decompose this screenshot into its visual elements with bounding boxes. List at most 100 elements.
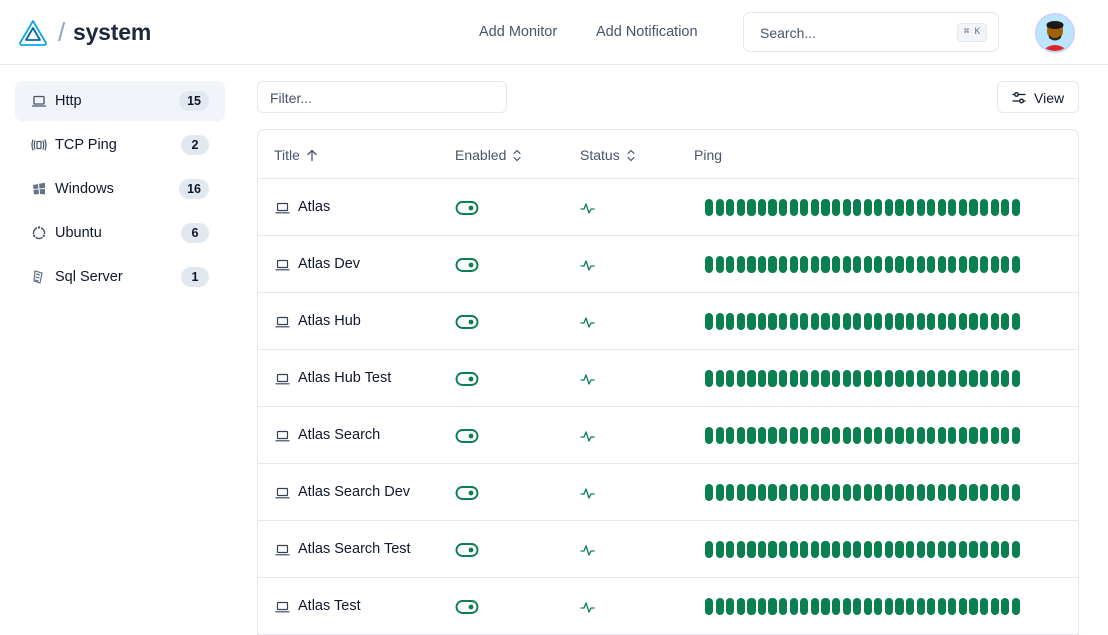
ping-bar [800,199,809,216]
ping-bar [779,427,788,444]
laptop-icon [275,373,290,385]
activity-icon [580,374,595,385]
table-row[interactable]: Atlas Hub Test [258,350,1078,407]
ping-bar [705,199,714,216]
ping-bar [831,256,841,273]
column-header-enabled[interactable]: Enabled [455,147,522,163]
ping-bar [757,484,767,501]
toggle-on-icon[interactable] [455,200,479,216]
toggle-on-icon[interactable] [455,428,479,444]
sidebar-item-tcp-ping[interactable]: TCP Ping 2 [15,125,225,165]
monitor-title[interactable]: Atlas Hub Test [298,370,391,386]
ping-bar [853,256,862,273]
arrow-up-icon [307,149,317,162]
table-row[interactable]: Atlas Search [258,407,1078,464]
ping-history [705,541,1020,558]
view-button[interactable]: View [997,81,1079,113]
sidebar-item-label: Ubuntu [55,225,102,241]
monitor-title[interactable]: Atlas [298,199,330,215]
table-row[interactable]: Atlas Search Dev [258,464,1078,521]
column-header-title[interactable]: Title [274,147,318,163]
laptop-icon [275,259,290,271]
ping-bar [715,313,724,330]
ping-bar [842,370,851,387]
user-avatar[interactable] [1035,13,1075,53]
ping-bar [895,313,904,330]
toggle-on-icon[interactable] [455,485,479,501]
ping-bar [810,427,819,444]
ping-bar [905,199,915,216]
ping-bar [842,484,851,501]
ping-bar [715,484,724,501]
table-row[interactable]: Atlas Search Test [258,521,1078,578]
ping-bar [831,313,841,330]
ping-bar [810,199,819,216]
toggle-on-icon[interactable] [455,599,479,615]
monitor-title[interactable]: Atlas Search Test [298,541,411,557]
ping-bar [927,199,936,216]
column-header-label: Status [580,147,620,163]
filter-input[interactable]: Filter... [257,81,507,113]
ping-bar [874,199,883,216]
ping-bar [747,484,756,501]
ping-bar [895,427,904,444]
sidebar-item-label: TCP Ping [55,137,117,153]
sidebar-item-ubuntu[interactable]: Ubuntu 6 [15,213,225,253]
ping-bar [747,256,756,273]
table-row[interactable]: Atlas Test [258,578,1078,635]
ping-bar [980,370,989,387]
ping-bar [916,256,925,273]
column-header-status[interactable]: Status [580,147,636,163]
add-notification-link[interactable]: Add Notification [596,24,698,40]
column-header-ping: Ping [694,147,723,163]
toggle-on-icon[interactable] [455,314,479,330]
ping-bar [884,256,894,273]
ping-bar [831,541,841,558]
toggle-on-icon[interactable] [455,257,479,273]
ping-bar [895,541,904,558]
ping-bar [969,598,978,615]
toggle-on-icon[interactable] [455,542,479,558]
ping-bar [705,541,714,558]
ping-bar [969,313,978,330]
monitor-title[interactable]: Atlas Search [298,427,380,443]
table-row[interactable]: Atlas Dev [258,236,1078,293]
ping-bar [884,541,894,558]
table-row[interactable]: Atlas [258,179,1078,236]
ping-history [705,256,1020,273]
monitor-title[interactable]: Atlas Test [298,598,361,614]
ping-bar [736,256,745,273]
sidebar-item-sql-server[interactable]: Sql Server 1 [15,257,225,297]
monitor-title[interactable]: Atlas Dev [298,256,360,272]
ping-bar [863,199,872,216]
brand-name[interactable]: system [73,19,151,46]
ping-bar [1011,370,1020,387]
sidebar-item-http[interactable]: Http 15 [15,81,225,121]
ping-bar [705,370,714,387]
monitor-title[interactable]: Atlas Hub [298,313,361,329]
ping-bar [1001,370,1010,387]
toggle-on-icon[interactable] [455,371,479,387]
ping-bar [927,313,936,330]
ping-bar [810,484,819,501]
search-box[interactable]: Search... ⌘ K [743,12,999,52]
column-header-label: Title [274,147,300,163]
ping-bar [958,370,968,387]
chevrons-up-down-icon [513,149,521,162]
ping-bar [853,484,862,501]
ping-bar [757,199,767,216]
app-logo-icon[interactable] [18,19,48,47]
ping-bar [905,598,915,615]
ping-bar [757,541,767,558]
monitor-title[interactable]: Atlas Search Dev [298,484,410,500]
table-row[interactable]: Atlas Hub [258,293,1078,350]
ping-bar [969,541,978,558]
add-monitor-link[interactable]: Add Monitor [479,24,557,40]
ping-bar [810,541,819,558]
filter-placeholder: Filter... [270,90,313,106]
ping-bar [916,370,925,387]
sidebar-item-windows[interactable]: Windows 16 [15,169,225,209]
ping-bar [948,199,957,216]
ping-bar [884,199,894,216]
sidebar-item-label: Http [55,93,82,109]
